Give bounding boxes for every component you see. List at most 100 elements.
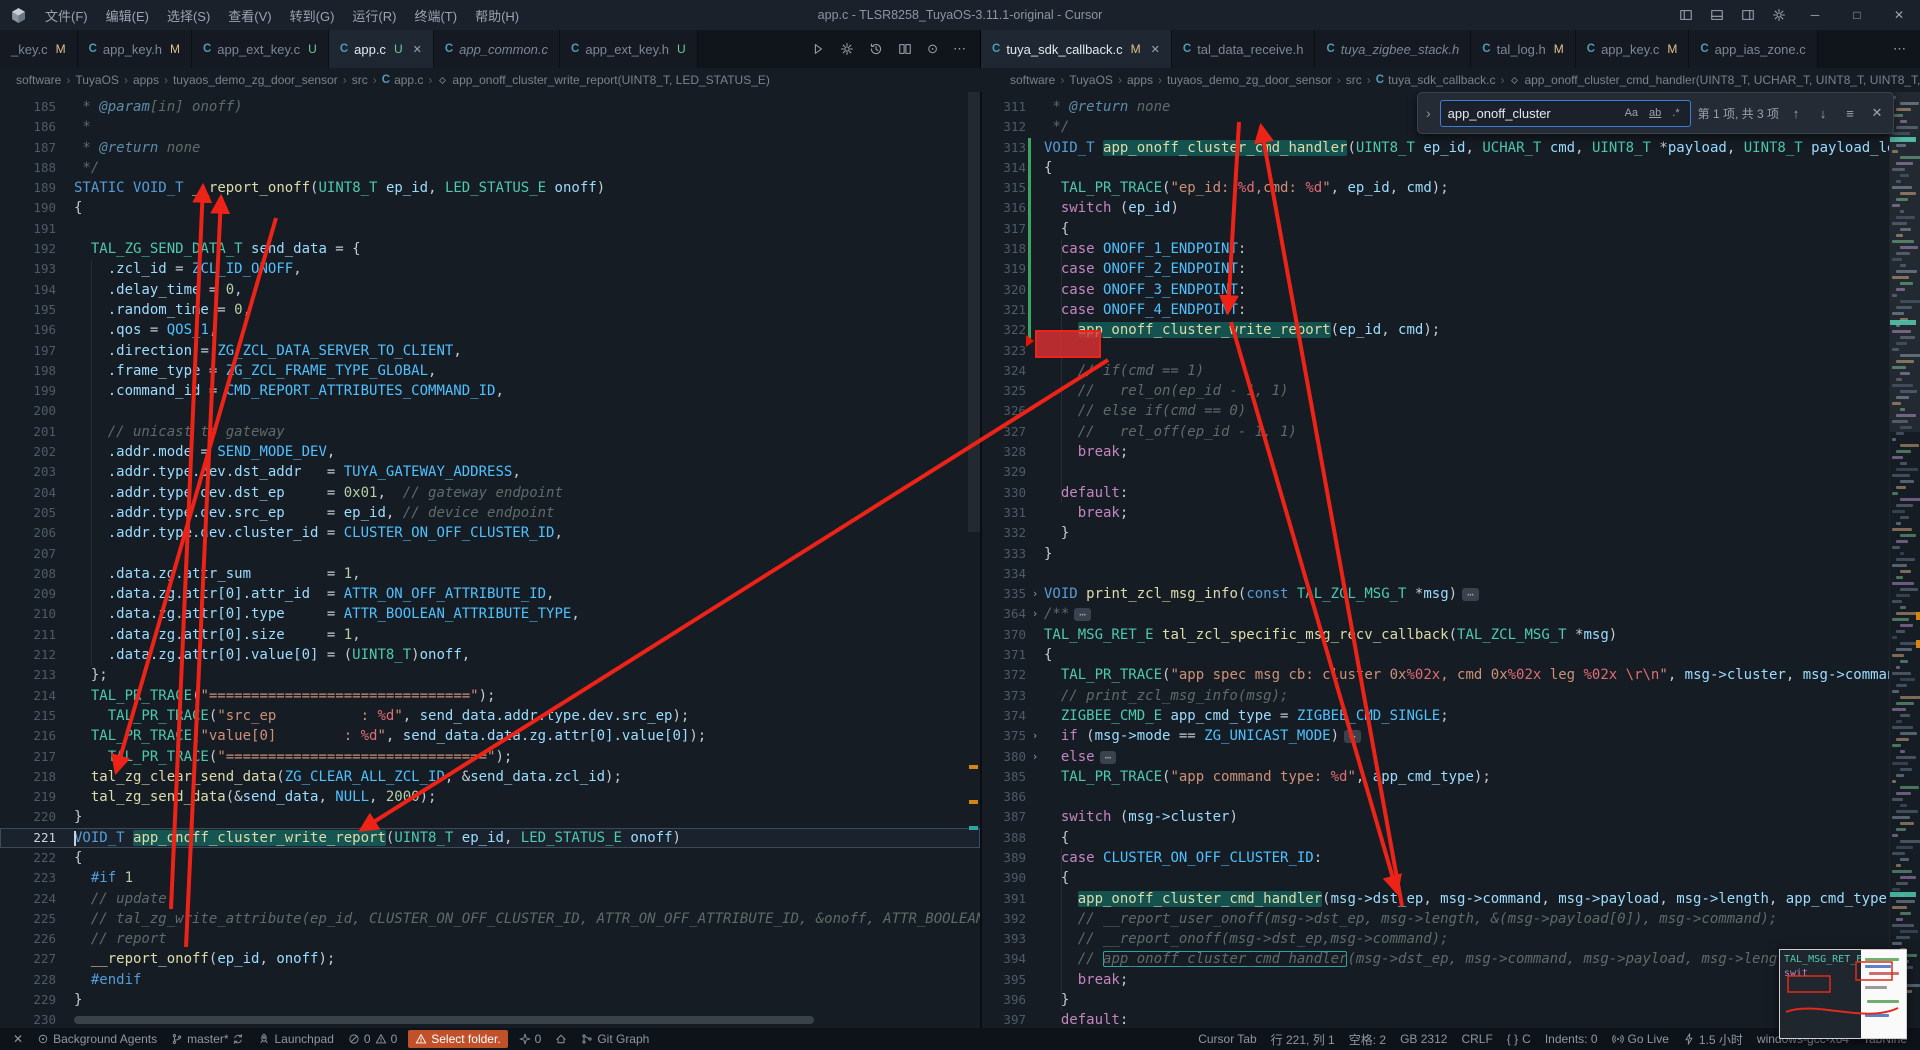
horizontal-scrollbar-left[interactable] — [74, 1016, 814, 1024]
code-line[interactable]: 325 // rel_on(ep_id - 1, 1) — [982, 381, 1920, 401]
line-number[interactable]: 320 — [982, 280, 1026, 300]
code-line[interactable]: 197 .direction = ZG_ZCL_DATA_SERVER_TO_C… — [0, 341, 980, 361]
tab-tuya_sdk_callback-c[interactable]: Ctuya_sdk_callback.c M ✕ — [981, 30, 1172, 68]
line-number[interactable]: 388 — [982, 828, 1026, 848]
line-number[interactable]: 186 — [0, 117, 56, 137]
line-number[interactable]: 334 — [982, 564, 1026, 584]
gear-button[interactable] — [1763, 0, 1794, 30]
code-line[interactable]: 219 tal_zg_send_data(&send_data, NULL, 2… — [0, 787, 980, 807]
line-number[interactable]: 375 — [982, 726, 1026, 746]
breadcrumb-folder[interactable]: tuyaos_demo_zg_door_sensor — [1167, 73, 1332, 87]
code-line[interactable]: 315 TAL_PR_TRACE("ep_id: %d,cmd: %d", ep… — [982, 178, 1920, 199]
code-line[interactable]: 221 VOID_T app_onoff_cluster_write_report… — [0, 827, 980, 848]
code-line[interactable]: 224 // update — [0, 889, 980, 909]
line-number[interactable]: 195 — [0, 300, 56, 320]
line-number[interactable]: 204 — [0, 483, 56, 503]
line-number[interactable]: 222 — [0, 848, 56, 868]
code-line[interactable]: 186 * — [0, 117, 980, 137]
status-cursor-position[interactable]: 行 221, 列 1 — [1264, 1028, 1342, 1050]
status-background-agents[interactable]: Background Agents — [30, 1028, 164, 1050]
tab-app_key-h[interactable]: Capp_key.h M — [77, 30, 192, 68]
code-line[interactable]: 213 }; — [0, 665, 980, 685]
code-line[interactable]: 392 // __report_user_onoff(msg->dst_ep, … — [982, 909, 1920, 929]
code-line[interactable]: 375 › if (msg->mode == ZG_UNICAST_MODE) ⋯ — [982, 726, 1920, 746]
line-number[interactable]: 229 — [0, 990, 56, 1010]
previous-match-button[interactable]: ↑ — [1786, 106, 1806, 121]
whole-word-toggle[interactable]: ab — [1646, 106, 1664, 120]
code-line[interactable]: 203 .addr.type.dev.dst_addr = TUYA_GATEW… — [0, 462, 980, 482]
status-encoding[interactable]: GB 2312 — [1393, 1028, 1454, 1050]
code-line[interactable]: 323 — [982, 334, 1920, 361]
menu-G[interactable]: 转到(G) — [281, 0, 344, 30]
code-line[interactable]: 326 // else if(cmd == 0) — [982, 401, 1920, 421]
line-number[interactable]: 371 — [982, 645, 1026, 665]
tab-tal_data_receive-h[interactable]: Ctal_data_receive.h — [1171, 30, 1316, 68]
line-number[interactable]: 396 — [982, 990, 1026, 1010]
line-number[interactable]: 385 — [982, 767, 1026, 787]
code-line[interactable]: 189 STATIC VOID_T __report_onoff(UINT8_T … — [0, 178, 980, 198]
line-number[interactable]: 373 — [982, 686, 1026, 706]
code-line[interactable]: 201 // unicast to gateway — [0, 422, 980, 442]
code-line[interactable]: 364 › /** ⋯ — [982, 604, 1920, 624]
code-line[interactable]: 391 app_onoff_cluster_cmd_handler(msg->d… — [982, 889, 1920, 909]
more-button[interactable]: ⋯ — [953, 41, 966, 57]
menu-V[interactable]: 查看(V) — [219, 0, 280, 30]
code-line[interactable]: 320 case ONOFF_3_ENDPOINT: — [982, 279, 1920, 300]
code-line[interactable]: 216 TAL_PR_TRACE("value[0] : %d", send_d… — [0, 726, 980, 746]
minimize-button[interactable]: ─ — [1794, 0, 1836, 30]
menu-H[interactable]: 帮助(H) — [466, 0, 528, 30]
line-number[interactable]: 393 — [982, 929, 1026, 949]
line-number[interactable]: 311 — [982, 97, 1026, 117]
line-number[interactable]: 189 — [0, 178, 56, 198]
code-line[interactable]: 194 .delay_time = 0, — [0, 280, 980, 300]
line-number[interactable]: 196 — [0, 320, 56, 340]
line-number[interactable]: 332 — [982, 523, 1026, 543]
status-home[interactable] — [548, 1028, 574, 1050]
close-button[interactable]: ✕ — [1878, 0, 1920, 30]
code-line[interactable]: 330 default: — [982, 483, 1920, 503]
line-number[interactable]: 214 — [0, 686, 56, 706]
status-star-count[interactable]: 0 — [512, 1028, 549, 1050]
minimap[interactable] — [1889, 92, 1920, 1028]
line-number[interactable]: 230 — [0, 1010, 56, 1028]
line-number[interactable]: 318 — [982, 239, 1026, 259]
play-button[interactable] — [811, 42, 825, 56]
line-number[interactable]: 213 — [0, 665, 56, 685]
minimap-slider[interactable] — [1890, 92, 1920, 432]
code-line[interactable]: 322 app_onoff_cluster_write_report(ep_id… — [982, 320, 1920, 341]
line-number[interactable]: 224 — [0, 889, 56, 909]
code-line[interactable]: 204 .addr.type.dev.dst_ep = 0x01, // gat… — [0, 483, 980, 503]
line-number[interactable]: 218 — [0, 767, 56, 787]
line-number[interactable]: 312 — [982, 117, 1026, 137]
status-git-graph[interactable]: Git Graph — [574, 1028, 656, 1050]
code-line[interactable]: 192 TAL_ZG_SEND_DATA_T send_data = { — [0, 239, 980, 259]
line-number[interactable]: 330 — [982, 483, 1026, 503]
find-in-selection-button[interactable]: ≡ — [1840, 106, 1860, 121]
code-line[interactable]: 316 switch (ep_id) — [982, 198, 1920, 219]
line-number[interactable]: 207 — [0, 544, 56, 564]
line-number[interactable]: 324 — [982, 361, 1026, 381]
status-problems[interactable]: 00 — [341, 1028, 404, 1050]
menu-F[interactable]: 文件(F) — [36, 0, 97, 30]
status-coding-time[interactable]: 1.5 小时 — [1676, 1028, 1750, 1050]
line-number[interactable]: 206 — [0, 523, 56, 543]
tab-_key-c[interactable]: _key.c M — [0, 30, 78, 68]
breadcrumb-folder[interactable]: apps — [1127, 73, 1153, 87]
breadcrumb-file[interactable]: Capp.c — [382, 73, 424, 87]
line-number[interactable]: 193 — [0, 259, 56, 279]
status-git-branch[interactable]: master* — [164, 1028, 251, 1050]
tab-app_ias_zone-c[interactable]: Capp_ias_zone.c — [1689, 30, 1818, 68]
line-number[interactable]: 212 — [0, 645, 56, 665]
code-line[interactable]: 387 switch (msg->cluster) — [982, 807, 1920, 827]
code-line[interactable]: 328 break; — [982, 442, 1920, 462]
code-line[interactable]: 218 tal_zg_clear_send_data(ZG_CLEAR_ALL_… — [0, 767, 980, 787]
menu-R[interactable]: 运行(R) — [343, 0, 405, 30]
breadcrumb-folder[interactable]: software — [16, 73, 61, 87]
code-line[interactable]: 209 .data.zg.attr[0].attr_id = ATTR_ON_O… — [0, 584, 980, 604]
line-number[interactable]: 389 — [982, 848, 1026, 868]
code-line[interactable]: 211 .data.zg.attr[0].size = 1, — [0, 625, 980, 645]
line-number[interactable]: 200 — [0, 401, 56, 421]
line-number[interactable]: 226 — [0, 929, 56, 949]
line-number[interactable]: 198 — [0, 361, 56, 381]
line-number[interactable]: 391 — [982, 889, 1026, 909]
